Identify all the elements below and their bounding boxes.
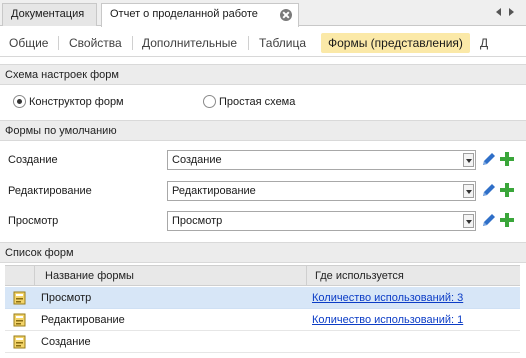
radio-label: Простая схема [219,95,296,108]
plus-icon[interactable] [498,181,516,199]
doc-tab-label: Отчет о проделанной работе [110,8,258,20]
table-row[interactable]: Создание [5,331,520,353]
document-tab-strip: Документация Отчет о проделанной работе [0,0,526,27]
doc-tab-documentation[interactable]: Документация [2,3,97,26]
view-form-select[interactable]: Просмотр [167,211,476,231]
row-form-name: Редактирование [41,314,125,326]
field-label: Создание [8,154,58,166]
tab-divider [58,36,59,50]
select-value: Просмотр [172,215,223,227]
forms-grid-header: Название формы Где используется [5,265,520,286]
pencil-icon[interactable] [480,150,498,168]
row-form-name: Создание [41,336,91,348]
pencil-icon[interactable] [480,211,498,229]
default-create-row: Создание Создание [0,148,526,172]
property-tab-bar: Общие Свойства Дополнительные Таблица Фо… [0,27,526,57]
radio-checked-icon [13,95,26,108]
dropdown-arrow-icon[interactable] [463,153,474,167]
default-view-row: Просмотр Просмотр [0,209,526,233]
radio-constructor[interactable]: Конструктор форм [13,95,124,108]
usage-link[interactable]: Количество использований: 1 [312,314,463,326]
scroll-right-icon[interactable] [509,8,514,16]
form-icon [13,291,26,305]
form-icon [13,313,26,327]
tab-properties[interactable]: Свойства [69,33,122,53]
form-icon [13,335,26,349]
usage-link[interactable]: Количество использований: 3 [312,292,463,304]
edit-form-select[interactable]: Редактирование [167,181,476,201]
pencil-icon[interactable] [480,181,498,199]
dropdown-arrow-icon[interactable] [463,184,474,198]
table-row[interactable]: Редактирование Количество использований:… [5,309,520,331]
tab-more[interactable]: Д [480,33,488,53]
tab-forms[interactable]: Формы (представления) [321,33,470,53]
radio-simple[interactable]: Простая схема [203,95,295,108]
tab-general[interactable]: Общие [9,33,48,53]
field-label: Редактирование [8,185,92,197]
column-header-usage[interactable]: Где используется [315,270,404,282]
close-icon[interactable] [280,9,292,21]
doc-tab-work-report[interactable]: Отчет о проделанной работе [101,3,299,27]
row-form-name: Просмотр [41,292,92,304]
plus-icon[interactable] [498,211,516,229]
radio-unchecked-icon [203,95,216,108]
forms-list-section-header: Список форм [0,242,526,263]
column-divider [34,266,35,286]
tab-table[interactable]: Таблица [259,33,306,53]
plus-icon[interactable] [498,150,516,168]
scheme-section-header: Схема настроек форм [0,64,526,85]
scroll-left-icon[interactable] [496,8,501,16]
column-header-name[interactable]: Название формы [45,270,134,282]
default-edit-row: Редактирование Редактирование [0,179,526,203]
dropdown-arrow-icon[interactable] [463,214,474,228]
defaults-section-header: Формы по умолчанию [0,120,526,141]
create-form-select[interactable]: Создание [167,150,476,170]
field-label: Просмотр [8,215,59,227]
select-value: Редактирование [172,185,256,197]
radio-label: Конструктор форм [29,95,124,108]
table-row[interactable]: Просмотр Количество использований: 3 [5,287,520,309]
tab-additional[interactable]: Дополнительные [142,33,237,53]
doc-tab-label: Документация [11,8,85,20]
column-divider [306,266,307,286]
tab-divider [132,36,133,50]
tab-divider [248,36,249,50]
select-value: Создание [172,154,222,166]
